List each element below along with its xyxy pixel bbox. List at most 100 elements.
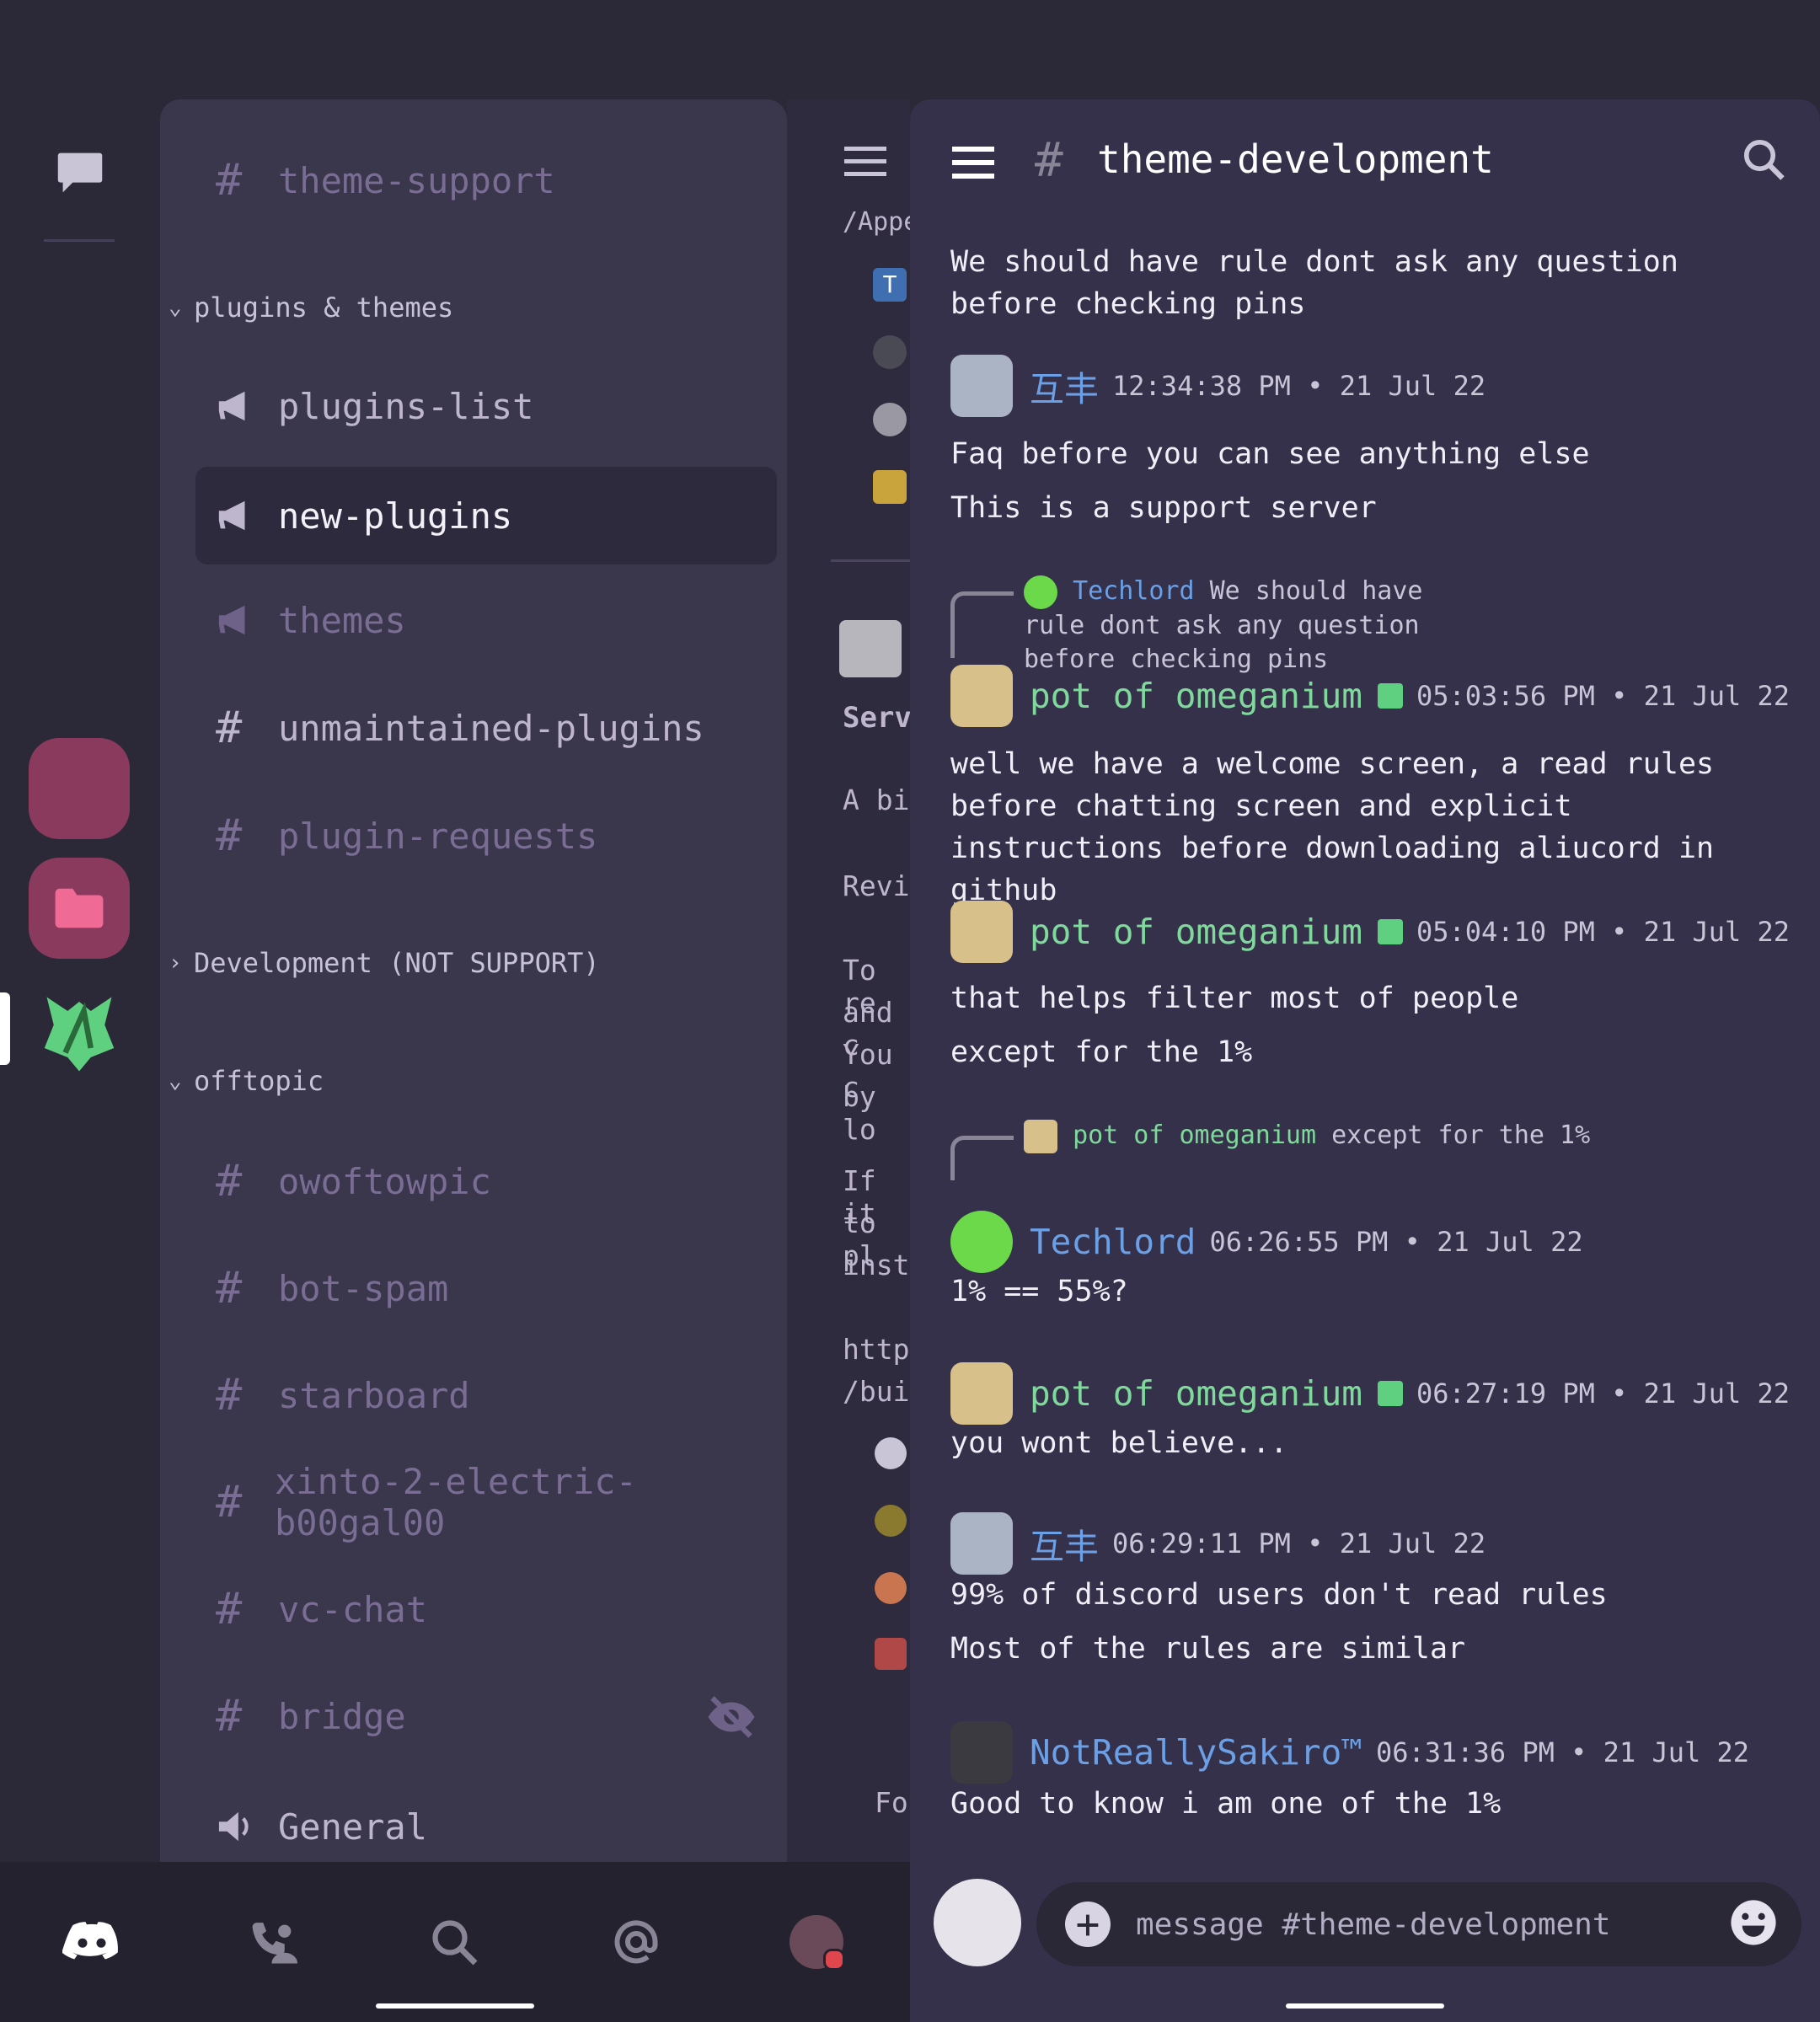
hash-icon: # <box>216 1477 243 1527</box>
channel-unmaintained-plugins[interactable]: # unmaintained-plugins <box>195 681 777 775</box>
search-icon[interactable] <box>1741 136 1786 185</box>
category-development[interactable]: › Development (NOT SUPPORT) <box>169 947 600 979</box>
bottom-nav <box>0 1862 910 2022</box>
channel-label: new-plugins <box>278 495 513 537</box>
search-icon <box>432 1920 478 1966</box>
avatar <box>1024 575 1057 609</box>
message-header: 互丰 06:29:11 PM • 21 Jul 22 <box>950 1510 1485 1577</box>
channel-label: General <box>278 1805 428 1848</box>
message-header: 互丰 12:34:38 PM • 21 Jul 22 <box>950 352 1485 420</box>
avatar[interactable] <box>950 1362 1013 1425</box>
member-avatar[interactable]: T <box>873 268 907 302</box>
channel-bot-spam[interactable]: # bot-spam <box>195 1241 777 1335</box>
channel-general[interactable]: General <box>195 1779 777 1874</box>
author-name[interactable]: Techlord <box>1030 1222 1196 1262</box>
server-icon-pink[interactable] <box>29 738 130 839</box>
reply-preview[interactable]: pot of omeganium except for the 1% <box>950 1119 1590 1180</box>
message-input[interactable]: message #theme-development <box>1136 1907 1729 1942</box>
author-name[interactable]: pot of omeganium <box>1030 912 1362 952</box>
member-avatar[interactable] <box>873 470 907 504</box>
avatar[interactable] <box>950 1211 1013 1273</box>
hamburger-icon[interactable] <box>952 147 994 179</box>
category-plugins-themes[interactable]: ⌄ plugins & themes <box>169 292 453 324</box>
avatar[interactable] <box>950 665 1013 727</box>
message-text: Most of the rules are similar <box>950 1632 1466 1666</box>
emoji-icon[interactable] <box>1729 1898 1778 1950</box>
strip-text: /Appe <box>843 207 910 237</box>
member-avatar[interactable] <box>873 335 907 369</box>
role-badge-icon <box>1377 919 1403 944</box>
channel-starboard[interactable]: # starboard <box>195 1348 777 1442</box>
reply-author: Techlord <box>1073 576 1195 606</box>
discord-icon <box>62 1922 118 1960</box>
avatar[interactable] <box>950 1721 1013 1784</box>
author-name[interactable]: pot of omeganium <box>1030 676 1362 716</box>
hash-thread-icon: # <box>216 1263 243 1313</box>
channel-vc-chat[interactable]: # vc-chat <box>195 1562 777 1656</box>
friends-icon <box>252 1923 297 1964</box>
author-name[interactable]: 互丰 <box>1030 361 1099 411</box>
timestamp: 12:34:38 PM • 21 Jul 22 <box>1112 370 1486 402</box>
strip-text: /buil <box>843 1375 910 1408</box>
timestamp: 06:27:19 PM • 21 Jul 22 <box>1416 1377 1791 1410</box>
strip-text: Serv <box>843 701 910 735</box>
channel-theme-support[interactable]: # theme-support <box>195 133 777 227</box>
friends-tab[interactable] <box>236 1904 312 1980</box>
home-tab[interactable] <box>54 1904 130 1980</box>
server-banner-thumb <box>839 620 902 677</box>
direct-messages-button[interactable] <box>51 143 110 202</box>
channel-new-plugins[interactable]: new-plugins <box>195 467 777 564</box>
skull-emoji-icon <box>875 1437 907 1469</box>
emoji-thumb <box>875 1505 907 1537</box>
hash-icon: # <box>216 155 243 206</box>
mentions-tab[interactable] <box>598 1904 674 1980</box>
channel-label: xinto-2-electric-b00gal00 <box>275 1461 637 1543</box>
chevron-down-icon: ⌄ <box>169 295 182 320</box>
message-text: Good to know i am one of the 1% <box>950 1787 1502 1821</box>
channel-plugin-requests[interactable]: # plugin-requests <box>195 789 777 883</box>
channel-label: bot-spam <box>278 1267 449 1309</box>
search-tab[interactable] <box>416 1904 492 1980</box>
channel-bridge[interactable]: # bridge <box>195 1669 777 1763</box>
home-indicator <box>376 2003 534 2009</box>
strip-text: A bi <box>843 784 910 816</box>
channel-owoftowpic[interactable]: # owoftowpic <box>195 1134 777 1228</box>
eye-off-icon[interactable] <box>706 1696 757 1747</box>
aliucord-logo-icon <box>44 997 115 1072</box>
hamburger-icon[interactable] <box>844 147 886 176</box>
avatar[interactable] <box>950 1512 1013 1575</box>
home-indicator <box>1286 2003 1444 2009</box>
reply-preview[interactable]: Techlord We should have rule dont ask an… <box>950 575 1496 677</box>
category-offtopic[interactable]: ⌄ offtopic <box>169 1065 324 1097</box>
member-avatar[interactable] <box>873 403 907 436</box>
plus-icon[interactable]: + <box>1065 1902 1111 1947</box>
message-composer[interactable]: + message #theme-development <box>1036 1882 1801 1966</box>
message-text: We should have rule dont ask any questio… <box>950 245 1678 321</box>
avatar[interactable] <box>950 901 1013 963</box>
user-avatar[interactable] <box>934 1879 1021 1966</box>
category-label: Development (NOT SUPPORT) <box>194 947 600 979</box>
timestamp: 06:29:11 PM • 21 Jul 22 <box>1112 1527 1486 1559</box>
profile-tab[interactable] <box>779 1904 854 1980</box>
channel-label: plugin-requests <box>278 815 598 857</box>
server-icon-aliucord[interactable] <box>29 979 130 1080</box>
channel-themes[interactable]: themes <box>195 573 777 667</box>
timestamp: 05:04:10 PM • 21 Jul 22 <box>1416 916 1791 948</box>
reply-bracket <box>950 591 1014 658</box>
emoji-thumb <box>875 1572 907 1604</box>
channel-plugins-list[interactable]: plugins-list <box>195 359 777 453</box>
reply-text: except for the 1% <box>1331 1121 1591 1150</box>
role-badge-icon <box>1377 1381 1403 1406</box>
message-text: Faq before you can see anything else <box>950 437 1590 471</box>
author-name[interactable]: 互丰 <box>1030 1518 1099 1569</box>
folder-icon <box>55 888 104 928</box>
avatar[interactable] <box>950 355 1013 417</box>
author-name[interactable]: pot of omeganium <box>1030 1373 1362 1414</box>
server-folder[interactable] <box>29 858 130 959</box>
channel-xinto[interactable]: # xinto-2-electric-b00gal00 <box>195 1455 777 1549</box>
hash-icon: # <box>216 703 243 753</box>
hash-thread-icon: # <box>216 1156 243 1206</box>
author-name[interactable]: NotReallySakiro™ <box>1030 1732 1362 1773</box>
chat-panel: # theme-development We should have rule … <box>910 99 1820 2022</box>
channel-label: bridge <box>278 1695 406 1737</box>
